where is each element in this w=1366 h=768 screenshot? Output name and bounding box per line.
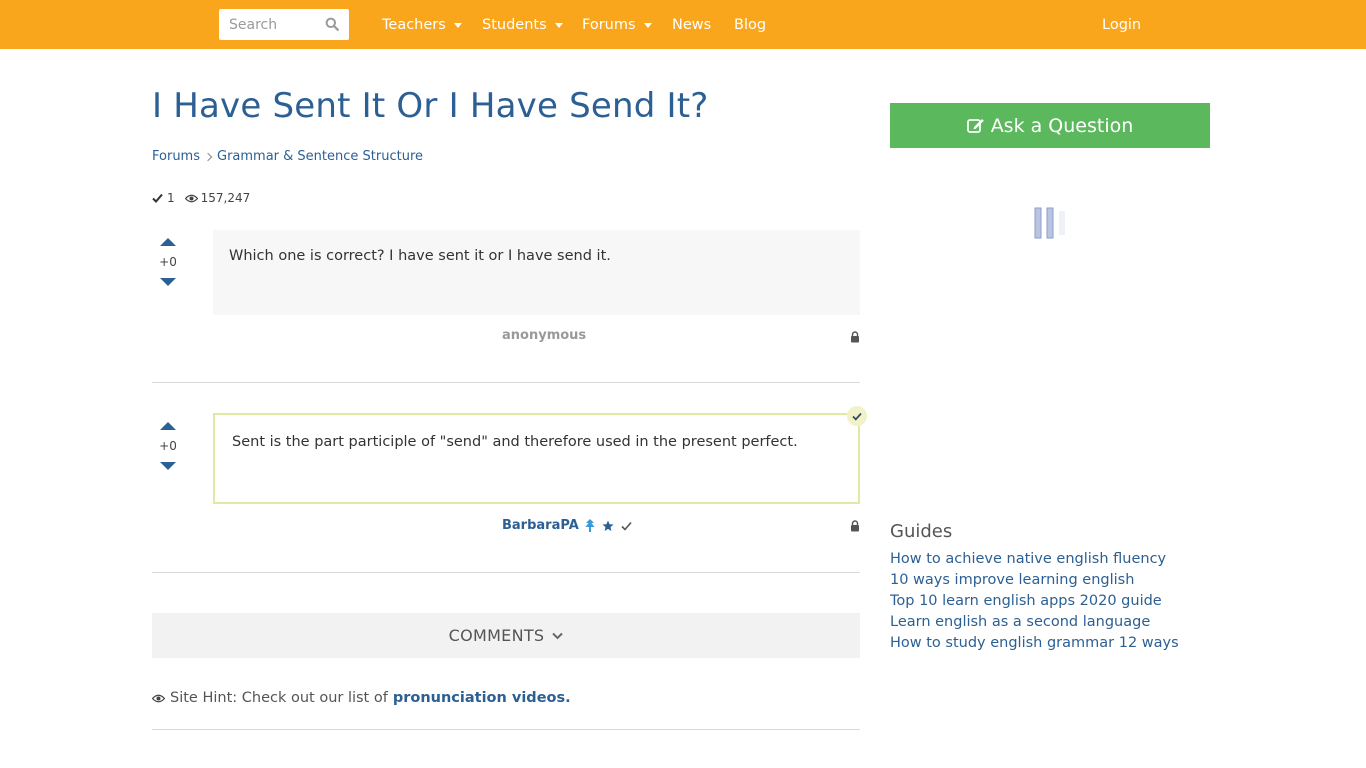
nav-students-label: Students xyxy=(482,17,547,33)
guide-link[interactable]: Learn english as a second language xyxy=(890,612,1179,633)
comments-label: COMMENTS xyxy=(448,626,545,645)
nav-forums-label: Forums xyxy=(582,17,636,33)
accepted-answer-body: Sent is the part participle of "send" an… xyxy=(213,413,860,504)
divider xyxy=(152,572,860,573)
nav-forums[interactable]: Forums xyxy=(582,15,652,35)
guide-link[interactable]: Top 10 learn english apps 2020 guide xyxy=(890,591,1179,612)
eye-icon xyxy=(152,694,165,702)
nav-news[interactable]: News xyxy=(672,15,711,35)
answer-vote: +0 xyxy=(153,422,183,470)
tree-icon xyxy=(585,519,595,532)
breadcrumb-forums[interactable]: Forums xyxy=(152,149,200,164)
upvote-arrow-icon[interactable] xyxy=(160,238,176,246)
page-title: I Have Sent It Or I Have Send It? xyxy=(152,86,709,126)
guides-heading: Guides xyxy=(890,521,953,542)
search-input[interactable] xyxy=(219,9,329,40)
ask-question-label: Ask a Question xyxy=(990,114,1134,137)
lock-icon xyxy=(851,520,859,532)
answer-author-name[interactable]: BarbaraPA xyxy=(502,518,579,533)
views-count: 157,247 xyxy=(200,191,251,205)
guide-link[interactable]: How to achieve native english fluency xyxy=(890,549,1179,570)
nav-students[interactable]: Students xyxy=(482,15,563,35)
nav-blog[interactable]: Blog xyxy=(734,15,766,35)
downvote-arrow-icon[interactable] xyxy=(160,462,176,470)
nav-teachers[interactable]: Teachers xyxy=(382,15,462,35)
answers-count: 1 xyxy=(167,191,175,205)
chevron-right-icon xyxy=(203,152,213,161)
comments-toggle[interactable]: COMMENTS xyxy=(152,613,860,658)
login-link[interactable]: Login xyxy=(1102,15,1141,35)
vote-count: +0 xyxy=(159,255,177,269)
chevron-down-icon xyxy=(552,632,564,639)
check-icon xyxy=(621,521,632,531)
divider xyxy=(152,382,860,383)
question-body: Which one is correct? I have sent it or … xyxy=(213,230,860,315)
guides-list: How to achieve native english fluency 10… xyxy=(890,549,1179,654)
question-author: anonymous xyxy=(502,328,587,343)
hint-text: Site Hint: Check out our list of xyxy=(170,690,388,706)
nav-news-label: News xyxy=(672,17,712,33)
chevron-down-icon xyxy=(643,22,652,28)
login-label: Login xyxy=(1102,17,1142,33)
top-navigation-bar: Teachers Students Forums News Blog Login xyxy=(0,0,1366,49)
star-icon xyxy=(602,520,614,531)
upvote-arrow-icon[interactable] xyxy=(160,422,176,430)
question-vote: +0 xyxy=(153,238,183,286)
site-hint: Site Hint: Check out our list of pronunc… xyxy=(152,690,571,706)
guide-link[interactable]: 10 ways improve learning english xyxy=(890,570,1179,591)
divider xyxy=(152,729,860,730)
answer-author: BarbaraPA xyxy=(502,518,632,533)
breadcrumb: Forums Grammar & Sentence Structure xyxy=(152,149,423,164)
edit-icon xyxy=(966,119,984,133)
nav-teachers-label: Teachers xyxy=(382,17,446,33)
question-text: Which one is correct? I have sent it or … xyxy=(229,248,611,264)
eye-icon xyxy=(184,194,198,202)
breadcrumb-category[interactable]: Grammar & Sentence Structure xyxy=(217,149,423,164)
answer-text: Sent is the part participle of "send" an… xyxy=(232,434,798,450)
loading-spinner-icon xyxy=(1034,207,1065,239)
search-icon[interactable] xyxy=(325,17,339,31)
guide-link[interactable]: How to study english grammar 12 ways xyxy=(890,633,1179,654)
nav-blog-label: Blog xyxy=(734,17,767,33)
accepted-check-icon xyxy=(847,406,867,426)
lock-icon xyxy=(851,331,859,343)
ask-question-button[interactable]: Ask a Question xyxy=(890,103,1210,148)
chevron-down-icon xyxy=(554,22,563,28)
chevron-down-icon xyxy=(453,22,462,28)
downvote-arrow-icon[interactable] xyxy=(160,278,176,286)
vote-count: +0 xyxy=(159,439,177,453)
question-stats: 1 157,247 xyxy=(152,191,250,205)
pronunciation-videos-link[interactable]: pronunciation videos. xyxy=(393,690,571,706)
check-icon xyxy=(152,193,163,203)
